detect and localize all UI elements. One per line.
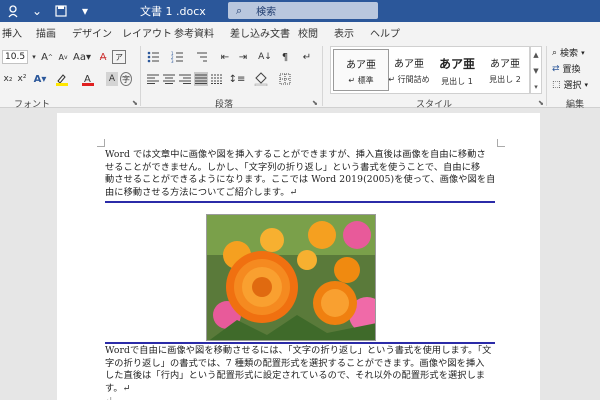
align-right-icon[interactable] <box>178 72 192 86</box>
multilevel-list-icon[interactable] <box>194 50 212 64</box>
style-sample: あア亜 <box>490 59 520 70</box>
text-direction-icon[interactable]: ↵ <box>300 50 314 64</box>
font-color-icon[interactable]: A <box>80 72 96 86</box>
ribbon-tabs: 挿入 描画 デザイン レイアウト 参考資料 差し込み文書 校閲 表示 ヘルプ <box>0 22 600 42</box>
text-line: した直後は「行内」という配置形式に設定されているので、それ以外の配置形式を選択し… <box>105 370 486 381</box>
text-line: す。↵ <box>105 382 131 394</box>
increase-indent-icon[interactable]: ⇥ <box>236 50 250 64</box>
paragraph-1[interactable]: Word では文章中に画像や図を挿入することができますが、挿入直後は画像を自由に… <box>105 149 497 199</box>
text-line: Word では文章中に画像や図を挿入することができますが、挿入直後は画像を自由に… <box>105 149 486 160</box>
font-dialog-launcher-icon[interactable]: ⬊ <box>132 99 138 107</box>
scroll-down-icon[interactable]: ▼ <box>531 63 541 79</box>
select-label: 選択 <box>563 81 582 91</box>
tab-references[interactable]: 参考資料 <box>174 25 214 40</box>
search-box[interactable]: ⌕ 検索 <box>228 2 378 19</box>
styles-gallery-scroll[interactable]: ▲ ▼ ▾ <box>530 46 542 94</box>
styles-gallery: あア亜 ↵ 標準 あア亜 ↵ 行間詰め あア亜 見出し 1 あア亜 見出し 2 <box>330 46 530 94</box>
tab-insert[interactable]: 挿入 <box>2 25 22 40</box>
style-name: 見出し 2 <box>489 75 521 84</box>
paragraph-dialog-launcher-icon[interactable]: ⬊ <box>312 99 318 107</box>
justify-icon[interactable] <box>194 72 208 86</box>
grow-font-icon[interactable]: A ^ <box>40 50 54 64</box>
font-size-combo[interactable]: 10.5 <box>2 50 28 64</box>
tab-mailings[interactable]: 差し込み文書 <box>230 25 290 40</box>
text-line: せることができません。しかし、「文字列の折り返し」という書式を使うことで、自由に… <box>105 161 481 173</box>
document-area: Word では文章中に画像や図を挿入することができますが、挿入直後は画像を自由に… <box>0 108 600 400</box>
replace-icon: ⇄ <box>552 63 560 74</box>
svg-text:3: 3 <box>171 59 174 63</box>
document-page[interactable]: Word では文章中に画像や図を挿入することができますが、挿入直後は画像を自由に… <box>57 113 540 400</box>
scroll-up-icon[interactable]: ▲ <box>531 47 541 63</box>
tab-review[interactable]: 校閲 <box>298 25 318 40</box>
separator <box>322 46 323 106</box>
select-button[interactable]: ⬚ 選択 ▾ <box>552 78 589 92</box>
align-center-icon[interactable] <box>162 72 176 86</box>
select-icon: ⬚ <box>552 79 561 90</box>
horizontal-rule <box>105 342 495 344</box>
style-sample: あア亜 <box>346 60 376 71</box>
sort-icon[interactable]: A↓ <box>256 50 274 64</box>
tab-draw[interactable]: 描画 <box>36 25 56 40</box>
document-title: 文書 1 .docx <box>140 5 206 18</box>
save-icon[interactable] <box>54 4 68 18</box>
find-icon: ⌕ <box>552 47 558 58</box>
text-effects-icon[interactable]: A▾ <box>32 72 48 86</box>
superscript-icon[interactable]: x² <box>16 72 28 86</box>
change-case-icon[interactable]: Aa▾ <box>73 50 91 64</box>
chevron-down-icon: ▾ <box>581 48 585 57</box>
text-line: 由に移動させる方法についてご紹介します。↵ <box>105 186 298 198</box>
enclose-characters-icon[interactable]: 字 <box>120 72 132 86</box>
search-icon: ⌕ <box>236 3 243 17</box>
style-name: ↵ 標準 <box>348 76 374 85</box>
text-line: Wordで自由に画像や図を移動させるには、「文字の折り返し」という書式を使用しま… <box>105 345 492 356</box>
borders-icon[interactable] <box>276 72 294 86</box>
align-left-icon[interactable] <box>146 72 160 86</box>
margin-corner-mark <box>97 139 105 147</box>
styles-dialog-launcher-icon[interactable]: ⬊ <box>538 99 544 107</box>
tab-view[interactable]: 表示 <box>334 25 354 40</box>
separator <box>546 46 547 106</box>
bullets-icon[interactable] <box>146 50 164 64</box>
more-styles-icon[interactable]: ▾ <box>531 79 541 95</box>
style-heading-2[interactable]: あア亜 見出し 2 <box>477 49 533 91</box>
replace-label: 置換 <box>562 65 581 75</box>
search-label: 検索 <box>256 7 277 18</box>
replace-button[interactable]: ⇄ 置換 <box>552 62 581 76</box>
numbering-icon[interactable]: 123 <box>170 50 188 64</box>
show-formatting-marks-icon[interactable]: ¶ <box>278 50 292 64</box>
customize-toolbar-icon[interactable]: ▾ <box>78 4 92 18</box>
distributed-icon[interactable] <box>210 72 224 86</box>
tab-help[interactable]: ヘルプ <box>370 25 400 40</box>
subscript-icon[interactable]: x₂ <box>2 72 14 86</box>
user-sync-icon[interactable] <box>6 4 20 18</box>
quick-access-more-icon[interactable]: ⌄ <box>30 4 44 18</box>
decrease-indent-icon[interactable]: ⇤ <box>218 50 232 64</box>
chevron-down-icon: ▾ <box>584 80 589 89</box>
phonetic-guide-icon[interactable]: ア <box>112 50 126 64</box>
margin-corner-mark <box>497 139 505 147</box>
tab-design[interactable]: デザイン <box>72 25 112 40</box>
title-bar: ⌄ ▾ 文書 1 .docx ⌕ 検索 <box>0 0 600 22</box>
character-shading-icon[interactable]: A <box>106 72 118 86</box>
highlight-color-icon[interactable] <box>54 72 70 86</box>
clear-formatting-icon[interactable]: A̶ <box>96 50 110 64</box>
tab-layout[interactable]: レイアウト <box>122 25 172 40</box>
paragraph-2[interactable]: Wordで自由に画像や図を移動させるには、「文字の折り返し」という書式を使用しま… <box>105 345 497 400</box>
text-line: 動させることができるようになります。ここでは Word 2019(2005)を使… <box>105 174 496 185</box>
text-line: 字の折り返し」の書式では、7 種類の配置形式を選択することができます。画像や図を… <box>105 357 485 369</box>
separator <box>140 46 141 106</box>
flower-image[interactable] <box>206 214 376 341</box>
shading-icon[interactable] <box>252 72 270 86</box>
horizontal-rule <box>105 201 495 203</box>
line-spacing-icon[interactable]: ↕≡ <box>228 72 246 86</box>
shrink-font-icon[interactable]: Av <box>56 50 70 64</box>
paragraph-mark: ↵ <box>105 395 497 400</box>
font-size-dropdown-icon[interactable]: ▾ <box>30 50 38 64</box>
find-label: 検索 <box>560 49 579 59</box>
ribbon: 10.5 ▾ A ^ Av Aa▾ A̶ ア x₂ x² A▾ A A 字 フォン… <box>0 42 600 110</box>
marigold-photo <box>207 215 375 340</box>
find-button[interactable]: ⌕ 検索 ▾ <box>552 46 585 60</box>
